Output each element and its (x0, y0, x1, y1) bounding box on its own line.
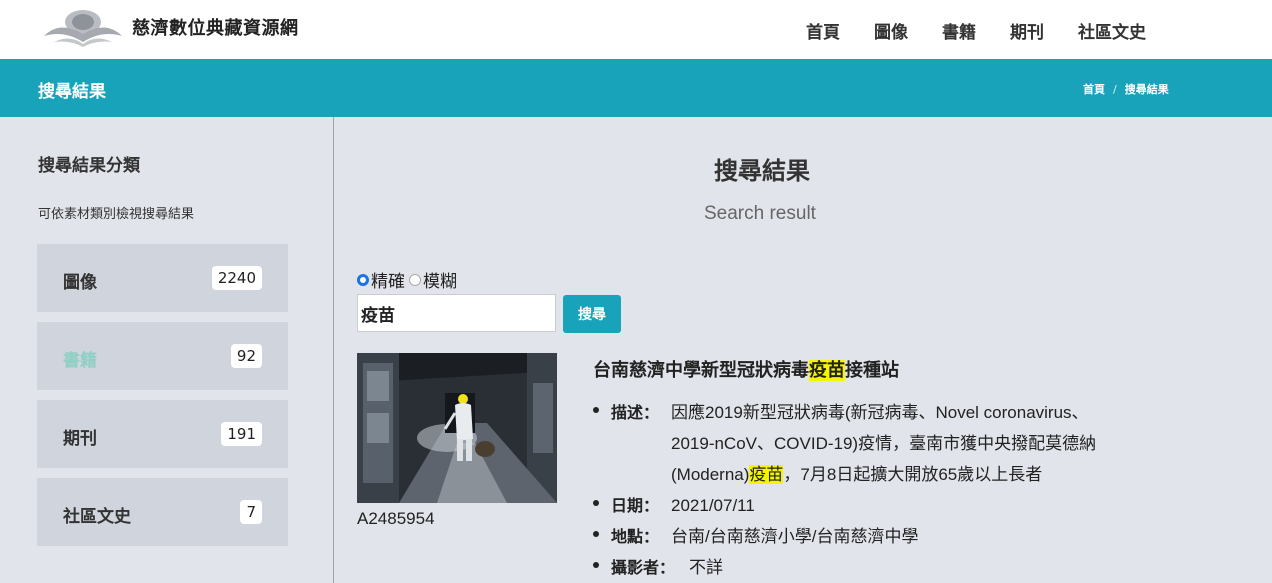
detail-key: 地點： (611, 527, 660, 546)
result-details: 描述： 因應2019新型冠狀病毒(新冠病毒、Novel coronavirus、 … (593, 397, 1096, 583)
radio-exact[interactable] (357, 273, 369, 286)
detail-value: 因應2019新型冠狀病毒(新冠病毒、Novel coronavirus、 (671, 403, 1089, 422)
breadcrumb-home[interactable]: 首頁 (1083, 81, 1105, 97)
breadcrumb: 首頁 / 搜尋結果 (1083, 81, 1169, 97)
category-label: 圖像 (63, 273, 97, 293)
main-nav: 首頁 圖像 書籍 期刊 社區文史 (806, 18, 1180, 43)
page-title: 搜尋結果 (38, 82, 106, 102)
category-count-badge: 2240 (211, 266, 262, 290)
result-title-text-end: 接種站 (845, 360, 899, 381)
nav-books[interactable]: 書籍 (942, 18, 976, 43)
top-navbar: 慈濟數位典藏資源網 首頁 圖像 書籍 期刊 社區文史 (0, 0, 1272, 59)
nav-home[interactable]: 首頁 (806, 18, 840, 43)
lotus-emblem-icon (44, 10, 122, 47)
detail-value: 台南/台南慈濟小學/台南慈濟中學 (671, 527, 919, 546)
result-title-text: 台南慈濟中學新型冠狀病毒 (593, 360, 809, 381)
result-title-highlight: 疫苗 (809, 360, 845, 381)
site-name: 慈濟數位典藏資源網 (132, 18, 299, 39)
category-images[interactable]: 圖像 2240 (37, 244, 288, 312)
results-subheading: Search result (704, 203, 816, 224)
sidebar-title: 搜尋結果分類 (38, 156, 140, 176)
result-id: A2485954 (357, 509, 435, 528)
radio-exact-label[interactable]: 精確 (371, 267, 405, 292)
search-input[interactable] (357, 294, 556, 332)
category-sidebar: 搜尋結果分類 可依素材類別檢視搜尋結果 圖像 2240 書籍 92 期刊 191… (0, 117, 334, 583)
category-count-badge: 92 (230, 344, 262, 368)
category-books[interactable]: 書籍 92 (37, 322, 288, 390)
category-periodicals[interactable]: 期刊 191 (37, 400, 288, 468)
sidebar-subtitle: 可依素材類別檢視搜尋結果 (38, 207, 195, 222)
detail-date: 日期： 2021/07/11 (593, 490, 1096, 521)
description-highlight: 疫苗 (749, 465, 784, 484)
result-title-link[interactable]: 台南慈濟中學新型冠狀病毒疫苗接種站 (593, 356, 899, 382)
category-count-badge: 7 (240, 500, 262, 524)
nav-community-history[interactable]: 社區文史 (1078, 18, 1146, 43)
category-label: 書籍 (63, 351, 97, 371)
category-label: 社區文史 (63, 507, 131, 527)
detail-photographer: 攝影者： 不詳 (593, 552, 1096, 583)
radio-fuzzy-label[interactable]: 模糊 (423, 267, 457, 292)
category-community-history[interactable]: 社區文史 7 (37, 478, 288, 546)
nav-periodicals[interactable]: 期刊 (1010, 18, 1044, 43)
radio-fuzzy[interactable] (409, 273, 421, 286)
nav-images[interactable]: 圖像 (874, 18, 908, 43)
detail-key: 日期： (611, 496, 660, 515)
detail-value: 2021/07/11 (671, 496, 755, 515)
detail-place: 地點： 台南/台南慈濟小學/台南慈濟中學 (593, 521, 1096, 552)
disinfection-photo-image (357, 353, 557, 503)
detail-description-cont: 2019-nCoV、COVID-19)疫情，臺南市獲中央撥配莫德納 (671, 434, 1097, 453)
page-banner: 搜尋結果 首頁 / 搜尋結果 (0, 59, 1272, 117)
category-label: 期刊 (63, 429, 97, 449)
site-logo[interactable]: 慈濟數位典藏資源網 (40, 6, 299, 48)
detail-description: 描述： 因應2019新型冠狀病毒(新冠病毒、Novel coronavirus、 (593, 397, 1096, 428)
breadcrumb-separator: / (1113, 82, 1117, 96)
search-mode-group: 精確 模糊 (357, 267, 461, 292)
result-thumbnail[interactable] (357, 353, 557, 503)
detail-key: 攝影者： (611, 558, 676, 577)
breadcrumb-current: 搜尋結果 (1124, 83, 1169, 96)
search-button[interactable]: 搜尋 (563, 295, 621, 333)
category-count-badge: 191 (221, 422, 262, 446)
detail-value: 不詳 (689, 558, 723, 577)
results-heading: 搜尋結果 (714, 157, 810, 185)
detail-description-cont: (Moderna)疫苗，7月8日起擴大開放65歲以上長者 (671, 465, 1043, 484)
detail-key: 描述： (611, 403, 660, 422)
